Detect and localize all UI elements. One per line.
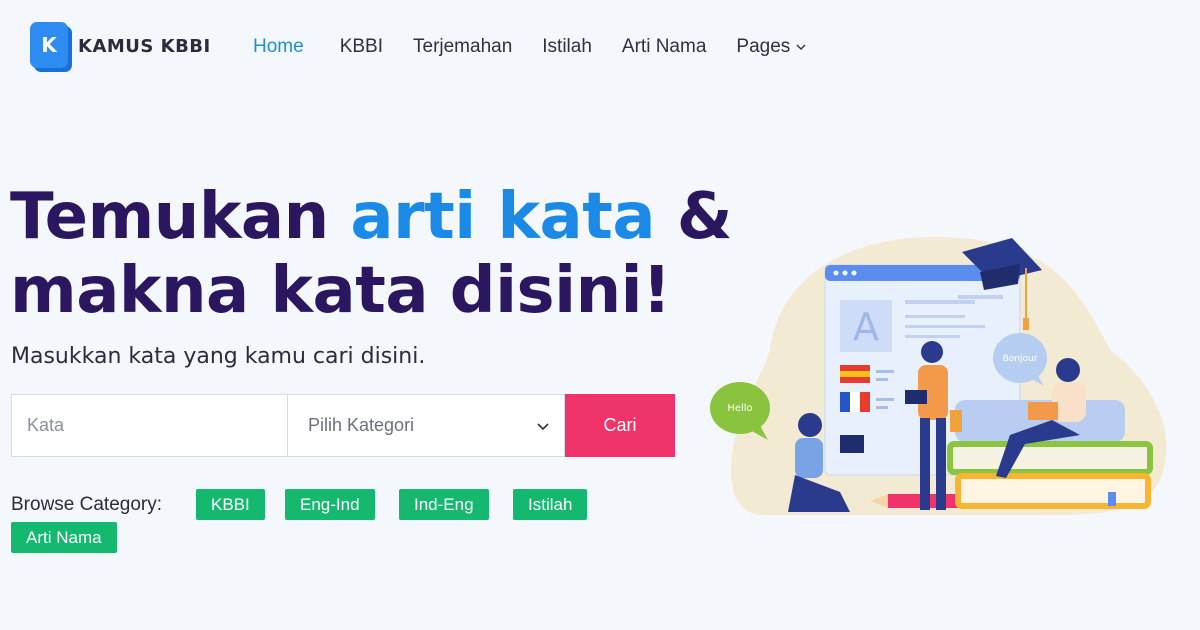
chevron-down-icon (796, 44, 806, 50)
brand-name: KAMUS KBBI (78, 35, 211, 57)
hero-title-line2: makna kata disini! (10, 254, 671, 328)
chevron-down-icon (537, 423, 549, 431)
logo-icon: K (30, 22, 72, 72)
nav-pages-label: Pages (736, 36, 791, 57)
category-tag-kbbi[interactable]: KBBI (196, 489, 265, 520)
learning-illustration: A Hello Bonjour (710, 236, 1167, 516)
hero-title: Temukan arti kata & makna kata disini! (10, 180, 733, 328)
category-select[interactable]: Pilih Kategori (288, 394, 565, 457)
browse-category-label: Browse Category: (11, 494, 163, 515)
category-tag-arti-nama[interactable]: Arti Nama (11, 522, 117, 553)
main-nav: Home KBBI Terjemahan Istilah Arti Nama P… (253, 36, 837, 58)
nav-pages[interactable]: Pages (736, 36, 807, 58)
nav-home[interactable]: Home (253, 36, 304, 58)
category-tag-ind-eng[interactable]: Ind-Eng (399, 489, 489, 520)
hero-subtitle: Masukkan kata yang kamu cari disini. (11, 344, 426, 369)
site-logo[interactable]: K KAMUS KBBI (30, 22, 211, 72)
nav-kbbi[interactable]: KBBI (340, 36, 383, 58)
category-select-value: Pilih Kategori (308, 415, 415, 435)
bonjour-bubble-text: Bonjour (1003, 354, 1038, 364)
category-tag-istilah[interactable]: Istilah (513, 489, 588, 520)
hello-bubble-text: Hello (727, 403, 752, 414)
hero-title-highlight: arti kata (350, 180, 655, 254)
hero-illustration: A Hello Bonjour (700, 230, 1190, 530)
nav-terjemahan[interactable]: Terjemahan (413, 36, 512, 58)
search-button[interactable]: Cari (565, 394, 675, 457)
search-input[interactable] (11, 394, 288, 457)
nav-arti-nama[interactable]: Arti Nama (622, 36, 706, 58)
search-form: Pilih Kategori Cari (11, 394, 675, 457)
category-tag-eng-ind[interactable]: Eng-Ind (285, 489, 375, 520)
board-letter: A (853, 305, 879, 349)
nav-istilah[interactable]: Istilah (542, 36, 592, 58)
hero-title-part1: Temukan (10, 180, 351, 254)
